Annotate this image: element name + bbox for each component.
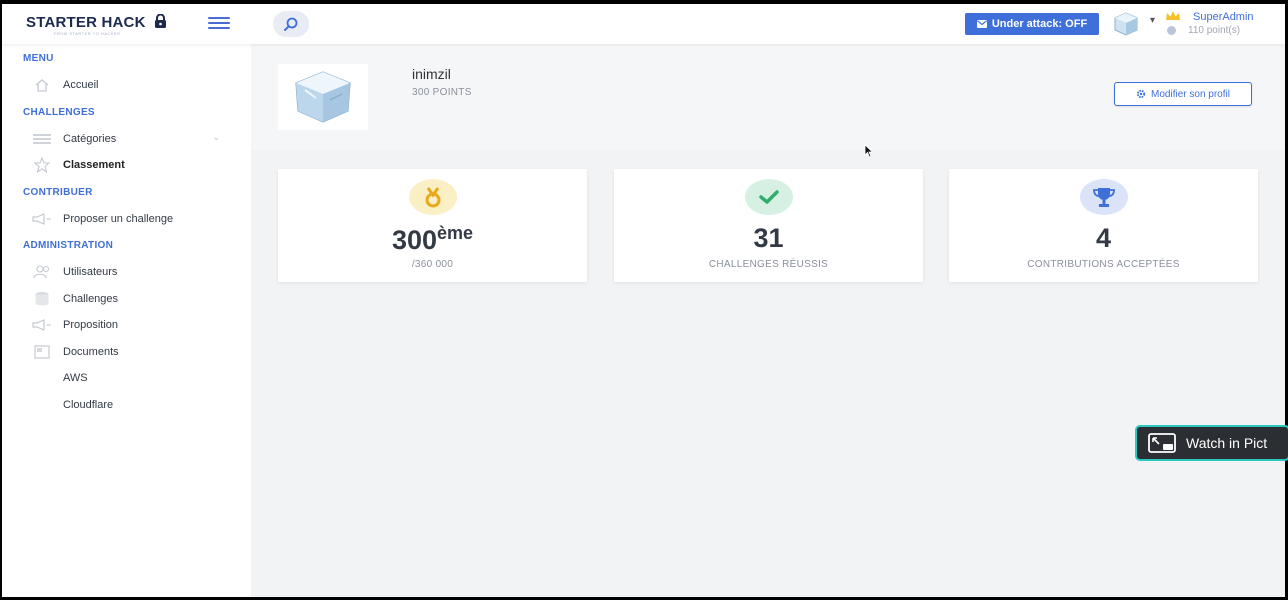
search-button[interactable] — [273, 11, 309, 37]
sidebar-item-accueil[interactable]: Accueil — [32, 75, 232, 95]
check-icon — [758, 190, 779, 204]
chevron-down-icon[interactable]: ▾ — [1150, 15, 1155, 26]
stat-label: /360 000 — [411, 259, 454, 270]
sidebar-item-aws[interactable]: AWS — [63, 368, 263, 388]
users-icon — [32, 264, 52, 280]
sidebar-item-label: Catégories — [63, 133, 117, 145]
megaphone-icon — [32, 211, 52, 227]
stat-number: 4 — [1095, 223, 1112, 253]
document-icon — [32, 344, 52, 360]
sidebar-item-label: AWS — [63, 372, 88, 384]
crown-icon — [1166, 11, 1180, 20]
sidebar-item-label: Classement — [63, 159, 125, 171]
stat-number: 31 — [753, 223, 784, 253]
sidebar-item-classement[interactable]: Classement — [32, 155, 232, 175]
sidebar-item-cloudflare[interactable]: Cloudflare — [63, 395, 263, 415]
megaphone-icon — [32, 317, 52, 333]
profile-header: inimzil 300 POINTS Modifier son profil — [251, 44, 1285, 150]
edit-profile-label: Modifier son profil — [1151, 88, 1230, 100]
user-points: 110 point(s) — [1188, 25, 1241, 36]
medal-icon — [425, 187, 440, 208]
section-title-menu: MENU — [23, 53, 54, 64]
check-icon-wrap — [744, 179, 793, 215]
sidebar-item-challenges[interactable]: Challenges — [32, 289, 232, 309]
sidebar-item-label: Accueil — [63, 79, 99, 91]
under-attack-label: Under attack: OFF — [991, 18, 1088, 30]
sidebar-item-documents[interactable]: Documents — [32, 342, 232, 362]
sidebar-item-label: Challenges — [63, 293, 119, 305]
coin-icon — [1167, 26, 1176, 35]
star-icon — [32, 157, 52, 173]
search-icon — [284, 17, 298, 31]
main-content: inimzil 300 POINTS Modifier son profil 3… — [251, 44, 1285, 597]
stat-card-rank: 300ème /360 000 — [278, 169, 587, 282]
mouse-cursor-icon — [864, 144, 874, 158]
ice-cube-icon — [295, 71, 351, 123]
sidebar-item-utilisateurs[interactable]: Utilisateurs — [32, 262, 232, 282]
stat-number: 300 — [391, 225, 438, 255]
user-avatar[interactable] — [1112, 11, 1140, 37]
brand-tagline: FROM STARTER TO HACKER — [54, 31, 121, 36]
ice-cube-icon — [1114, 12, 1138, 36]
brand-logo[interactable]: STARTER HACK — [26, 14, 167, 31]
section-title-administration: ADMINISTRATION — [23, 240, 114, 251]
pip-icon — [1148, 433, 1176, 453]
stat-label: CHALLENGES RÉUSSIS — [708, 259, 829, 270]
menu-toggle-icon[interactable] — [208, 17, 230, 29]
sidebar-item-label: Utilisateurs — [63, 266, 118, 278]
stat-suffix: ème — [437, 223, 474, 243]
user-name[interactable]: SuperAdmin — [1193, 11, 1254, 23]
sidebar: MENU Accueil CHALLENGES Catégories ⌄ Cla… — [2, 44, 251, 597]
database-icon — [32, 291, 52, 307]
list-icon — [32, 131, 52, 147]
trophy-icon-wrap — [1079, 179, 1128, 215]
pip-label: Watch in Pict — [1186, 435, 1268, 451]
home-icon — [32, 77, 52, 93]
stat-value: 300ème — [278, 223, 587, 256]
profile-points: 300 POINTS — [412, 87, 472, 98]
section-title-challenges: CHALLENGES — [23, 107, 95, 118]
sidebar-item-label: Cloudflare — [63, 399, 114, 411]
section-title-contribuer: CONTRIBUER — [23, 187, 93, 198]
under-attack-button[interactable]: Under attack: OFF — [965, 13, 1099, 35]
envelope-icon — [976, 20, 987, 28]
stat-card-challenges: 31 CHALLENGES RÉUSSIS — [614, 169, 923, 282]
app-window: STARTER HACK FROM STARTER TO HACKER Unde… — [2, 4, 1285, 597]
stat-value: 4 — [949, 223, 1258, 254]
sidebar-item-proposer[interactable]: Proposer un challenge — [32, 209, 232, 229]
top-bar: STARTER HACK FROM STARTER TO HACKER Unde… — [2, 4, 1285, 44]
edit-profile-button[interactable]: Modifier son profil — [1114, 82, 1252, 106]
gear-icon — [1136, 89, 1146, 99]
chevron-down-icon[interactable]: ⌄ — [212, 132, 220, 143]
sidebar-item-label: Proposer un challenge — [63, 213, 174, 225]
brand-name: STARTER HACK — [26, 14, 146, 31]
profile-avatar — [278, 64, 368, 130]
stat-label: CONTRIBUTIONS ACCEPTÉES — [1027, 259, 1180, 270]
stat-card-contributions: 4 CONTRIBUTIONS ACCEPTÉES — [949, 169, 1258, 282]
profile-name: inimzil — [412, 66, 451, 82]
lock-icon — [155, 14, 166, 28]
sidebar-item-label: Documents — [63, 346, 119, 358]
sidebar-item-categories[interactable]: Catégories ⌄ — [32, 129, 232, 149]
trophy-icon — [1092, 188, 1115, 207]
stat-value: 31 — [614, 223, 923, 254]
sidebar-item-label: Proposition — [63, 319, 119, 331]
picture-in-picture-button[interactable]: Watch in Pict — [1135, 425, 1288, 461]
medal-icon-wrap — [408, 179, 457, 215]
sidebar-item-proposition[interactable]: Proposition — [32, 315, 232, 335]
